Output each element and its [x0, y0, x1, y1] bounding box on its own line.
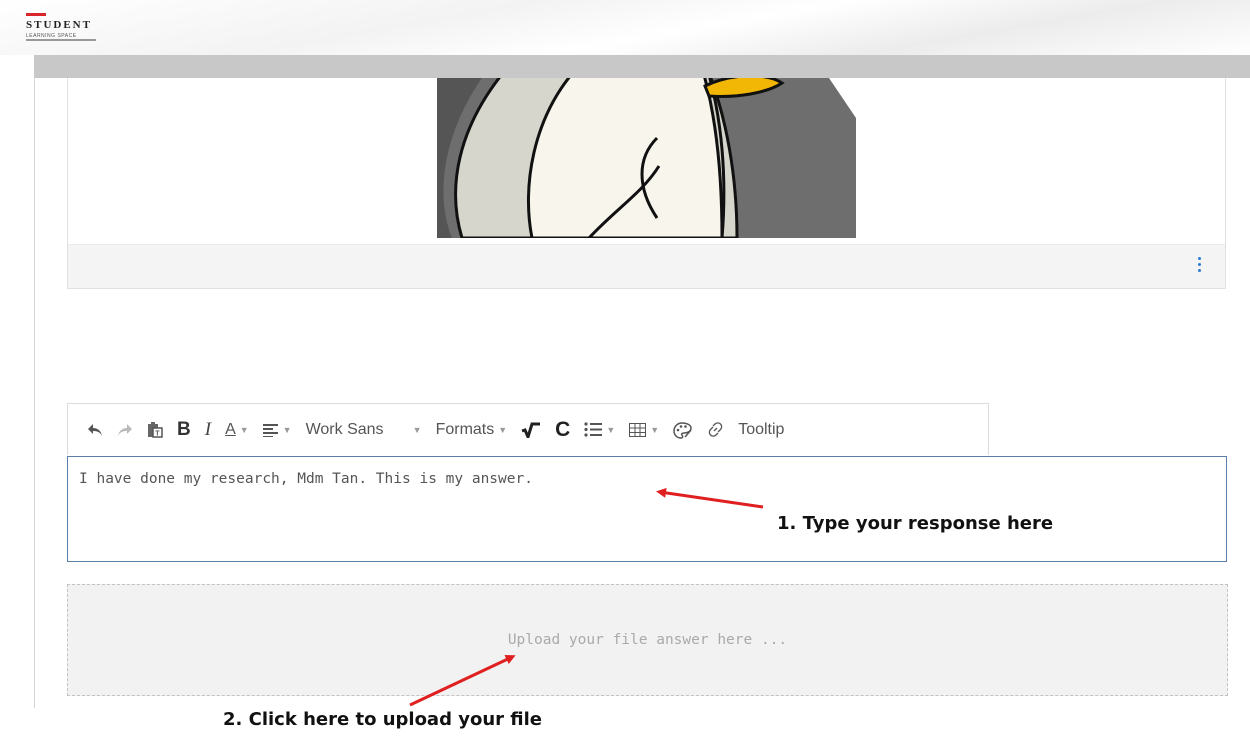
- color-palette-button[interactable]: [666, 415, 700, 445]
- chemistry-button[interactable]: C: [548, 415, 577, 445]
- chevron-down-icon: ▼: [282, 424, 292, 435]
- chevron-down-icon: ▼: [606, 424, 616, 435]
- annotation-step-1: 1. Type your response here: [777, 513, 1054, 534]
- chevron-down-icon: ▼: [498, 424, 508, 435]
- align-button[interactable]: ▼: [256, 415, 299, 445]
- paste-icon: T: [148, 422, 163, 438]
- bullet-list-button[interactable]: ▼: [577, 415, 622, 445]
- svg-text:T: T: [155, 431, 160, 438]
- palette-icon: [673, 421, 692, 439]
- insert-link-button[interactable]: [700, 415, 731, 445]
- logo-accent-bar: [26, 13, 46, 16]
- editor-toolbar: T B I A ▼ ▼ Work Sans ▼ Formats ▼ C ▼ ▼ …: [67, 403, 989, 455]
- header-subbar: [34, 55, 1250, 78]
- upload-placeholder: Upload your file answer here ...: [507, 632, 788, 648]
- font-family-select[interactable]: Work Sans ▼: [299, 415, 429, 445]
- square-root-icon: [521, 422, 541, 438]
- chevron-down-icon: ▼: [650, 424, 660, 435]
- undo-button[interactable]: [80, 415, 110, 445]
- text-color-icon: A: [225, 420, 236, 438]
- image-card: [67, 78, 1226, 289]
- font-family-value: Work Sans: [305, 420, 384, 438]
- undo-icon: [88, 423, 102, 436]
- content-left-border: [34, 78, 35, 708]
- redo-button[interactable]: [110, 415, 140, 445]
- student-learning-space-logo[interactable]: STUDENT LEARNING SPACE: [26, 13, 106, 49]
- math-equation-button[interactable]: [514, 415, 548, 445]
- tooltip-button[interactable]: Tooltip: [731, 415, 791, 445]
- response-textarea[interactable]: I have done my research, Mdm Tan. This i…: [67, 456, 1227, 562]
- link-icon: [708, 422, 723, 437]
- header-banner: [0, 0, 1250, 55]
- file-upload-dropzone[interactable]: Upload your file answer here ...: [67, 584, 1228, 696]
- logo-title: STUDENT: [26, 19, 92, 31]
- logo-tagline-line: [26, 39, 96, 41]
- table-icon: [629, 422, 647, 437]
- bold-button[interactable]: B: [170, 415, 198, 445]
- response-text: I have done my research, Mdm Tan. This i…: [79, 471, 533, 487]
- text-color-button[interactable]: A ▼: [218, 415, 256, 445]
- annotation-step-2: 2. Click here to upload your file: [223, 709, 543, 730]
- formats-dropdown[interactable]: Formats ▼: [429, 415, 515, 445]
- more-options-icon[interactable]: [1197, 257, 1203, 279]
- chevron-down-icon: ▼: [239, 424, 249, 435]
- paste-text-button[interactable]: T: [140, 415, 170, 445]
- formats-label: Formats: [435, 420, 495, 438]
- align-left-icon: [262, 423, 278, 437]
- image-card-footer: [68, 244, 1225, 288]
- table-button[interactable]: ▼: [622, 415, 666, 445]
- app-header: STUDENT LEARNING SPACE: [0, 0, 1250, 78]
- bullet-list-icon: [584, 422, 603, 437]
- italic-button[interactable]: I: [198, 415, 218, 445]
- penguin-illustration: [437, 78, 856, 238]
- chevron-down-icon: ▼: [412, 424, 422, 435]
- redo-icon: [118, 423, 132, 436]
- penguin-image: [437, 78, 856, 238]
